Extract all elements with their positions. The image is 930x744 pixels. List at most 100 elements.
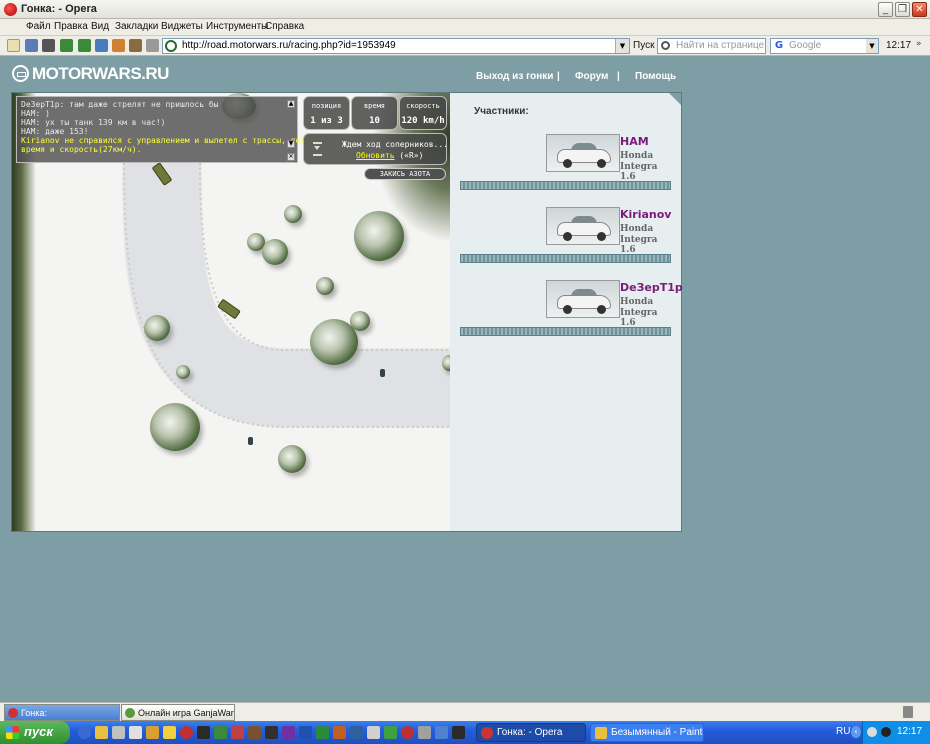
rewind-icon[interactable] [95, 39, 108, 52]
restore-button[interactable]: ❐ [895, 2, 910, 17]
app-icon[interactable] [333, 726, 346, 739]
toolbar-overflow-icon[interactable]: » [916, 39, 926, 51]
time-stat: время 10 [351, 96, 398, 130]
app-icon[interactable] [452, 726, 465, 739]
car-thumbnail[interactable] [546, 134, 620, 172]
reload-icon[interactable] [112, 39, 125, 52]
wand-icon[interactable] [146, 39, 159, 52]
tool-icon[interactable] [129, 726, 142, 739]
nav-separator: | [617, 71, 620, 82]
app-icon[interactable] [231, 726, 244, 739]
toolbar-clock: 12:17 [886, 40, 912, 51]
media-icon[interactable] [197, 726, 210, 739]
logo-mark-icon [12, 65, 29, 82]
car-model: Integra 1.6 [620, 235, 658, 255]
search-engine-placeholder: Google [789, 40, 822, 51]
nitro-button[interactable]: ЗАКИСЬ АЗОТА [364, 168, 446, 180]
mouse-icon[interactable] [112, 726, 125, 739]
tray-expand-icon[interactable]: ‹ [851, 726, 861, 738]
save-icon[interactable] [25, 39, 38, 52]
menu-edit[interactable]: Правка [54, 21, 88, 32]
new-page-icon[interactable] [7, 39, 20, 52]
find-input[interactable]: Найти на странице [657, 38, 766, 54]
app-icon[interactable] [282, 726, 295, 739]
search-engine-dropdown-icon[interactable]: ▼ [866, 39, 878, 53]
menu-help[interactable]: Справка [265, 21, 304, 32]
participant-progress-bar [460, 327, 671, 336]
participant-name[interactable]: HAM [620, 135, 649, 148]
taskbar-task-paint[interactable]: Безымянный - Paint [590, 723, 704, 742]
ie-icon[interactable] [78, 726, 91, 739]
car-thumbnail[interactable] [546, 280, 620, 318]
app-icon[interactable] [350, 726, 363, 739]
refresh-link[interactable]: Обновить [356, 151, 395, 160]
excel-icon[interactable] [316, 726, 329, 739]
game-icon[interactable] [214, 726, 227, 739]
participant-card[interactable]: Kirianov Honda Integra 1.6 [460, 207, 672, 271]
app-icon[interactable] [418, 726, 431, 739]
opera-quicklaunch-icon[interactable] [180, 726, 193, 739]
tree [350, 311, 370, 331]
pencil-icon[interactable] [146, 726, 159, 739]
app-icon[interactable] [435, 726, 448, 739]
back-icon[interactable] [60, 39, 73, 52]
task-label: Гонка: - Opera [497, 727, 563, 738]
start-button[interactable]: пуск [0, 721, 70, 744]
menu-tools[interactable]: Инструменты [206, 21, 268, 32]
scroll-down-icon[interactable]: ▼ [287, 140, 295, 148]
opera-icon [4, 3, 17, 16]
taskbar-clock: 12:17 [897, 726, 923, 737]
scroll-up-icon[interactable]: ▲ [287, 100, 295, 108]
tree [176, 365, 190, 379]
menu-file[interactable]: Файл [26, 21, 51, 32]
check-icon[interactable] [384, 726, 397, 739]
go-button[interactable]: Пуск [633, 40, 654, 51]
participant-name[interactable]: DeЗерТ1р [620, 281, 683, 294]
nav-separator: | [557, 71, 560, 82]
google-icon: G [774, 40, 784, 51]
app-icon[interactable] [248, 726, 261, 739]
toolbar: http://road.motorwars.ru/racing.php?id=1… [0, 36, 930, 56]
participant-name[interactable]: Kirianov [620, 208, 671, 221]
word-icon[interactable] [299, 726, 312, 739]
antivirus-icon[interactable] [881, 727, 891, 737]
tab-label: Онлайн игра GanjaWars... [138, 708, 235, 718]
nav-forum[interactable]: Форум [575, 71, 608, 82]
chat-close-icon[interactable]: ✕ [287, 153, 295, 161]
print-icon[interactable] [42, 39, 55, 52]
nav-help[interactable]: Помощь [635, 71, 676, 82]
waiting-actions: Обновить («R») [356, 151, 423, 160]
tree [150, 403, 200, 451]
trash-icon[interactable] [903, 706, 913, 718]
address-dropdown-icon[interactable]: ▼ [615, 39, 629, 53]
app-icon[interactable] [367, 726, 380, 739]
menu-widgets[interactable]: Виджеты [161, 21, 203, 32]
tab-ganjawars[interactable]: Онлайн игра GanjaWars... [121, 704, 235, 721]
forward-icon[interactable] [78, 39, 91, 52]
nav-exit-race[interactable]: Выход из гонки [476, 71, 553, 82]
tab-race[interactable]: Гонка: [4, 704, 120, 721]
network-icon[interactable] [867, 727, 877, 737]
car-make: Honda [620, 297, 654, 307]
menu-view[interactable]: Вид [91, 21, 109, 32]
participant-card[interactable]: DeЗерТ1р Honda Integra 1.6 [460, 280, 683, 344]
search-engine-input[interactable]: G Google ▼ [770, 38, 879, 54]
car-thumbnail[interactable] [546, 207, 620, 245]
minimize-button[interactable]: _ [878, 2, 893, 17]
language-indicator[interactable]: RU [836, 726, 850, 737]
address-bar[interactable]: http://road.motorwars.ru/racing.php?id=1… [162, 38, 630, 54]
home-icon[interactable] [129, 39, 142, 52]
folder-icon[interactable] [95, 726, 108, 739]
waiting-panel: Ждем ход соперников... Обновить («R») [303, 133, 448, 165]
race-chat[interactable]: DeЗерТ1р: там даже стрелят не пришлось б… [16, 96, 324, 163]
app-icon[interactable] [401, 726, 414, 739]
taskbar-task-opera[interactable]: Гонка: - Opera [476, 723, 586, 742]
notes-icon[interactable] [163, 726, 176, 739]
close-button[interactable]: ✕ [912, 2, 927, 17]
address-url[interactable]: http://road.motorwars.ru/racing.php?id=1… [182, 40, 396, 51]
stat-label: скорость [406, 102, 440, 110]
menu-bookmarks[interactable]: Закладки [115, 21, 158, 32]
participant-card[interactable]: HAM Honda Integra 1.6 [460, 134, 672, 198]
race-map[interactable]: DeЗерТ1р: там даже стрелят не пришлось б… [12, 93, 450, 531]
app-icon[interactable] [265, 726, 278, 739]
